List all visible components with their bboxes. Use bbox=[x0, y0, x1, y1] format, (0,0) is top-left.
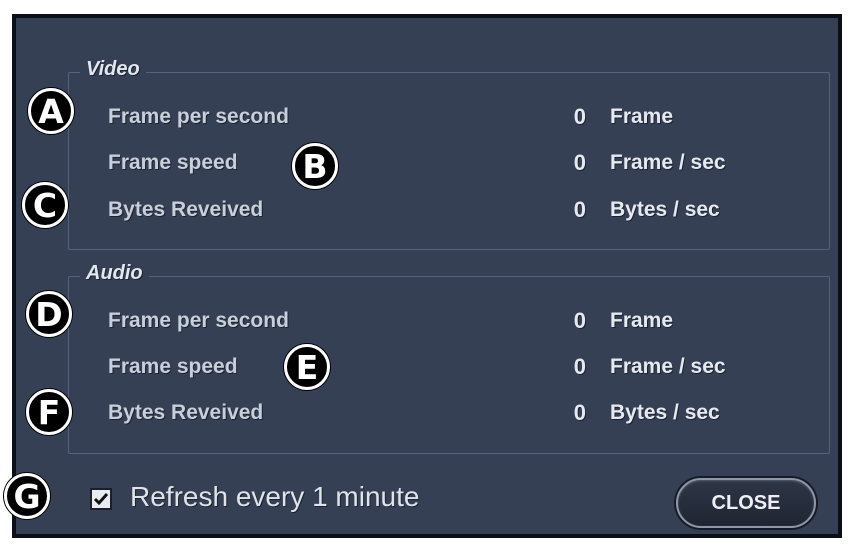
statistics-dialog: Video Frame per second 0 Frame Frame spe… bbox=[12, 14, 842, 538]
audio-bytes-received-label: Bytes Reveived bbox=[108, 401, 264, 424]
audio-frame-per-second-label: Frame per second bbox=[108, 309, 289, 332]
audio-frame-speed-unit: Frame / sec bbox=[610, 355, 726, 378]
callout-marker-a: A bbox=[28, 88, 74, 134]
video-frame-speed-unit: Frame / sec bbox=[610, 151, 726, 174]
audio-bytes-received-unit: Bytes / sec bbox=[610, 401, 720, 424]
video-frame-speed-label: Frame speed bbox=[108, 151, 238, 174]
checkmark-icon bbox=[93, 493, 109, 506]
refresh-label: Refresh every 1 minute bbox=[130, 481, 420, 512]
callout-marker-f: F bbox=[26, 389, 72, 435]
video-frame-speed-value: 0 bbox=[573, 150, 586, 175]
audio-section-title: Audio bbox=[80, 262, 149, 285]
video-frame-per-second-label: Frame per second bbox=[108, 105, 289, 128]
callout-marker-g: G bbox=[4, 473, 50, 519]
callout-marker-e: E bbox=[284, 344, 330, 390]
video-bytes-received-value: 0 bbox=[573, 197, 586, 222]
audio-frame-speed-value: 0 bbox=[573, 354, 586, 379]
close-button[interactable]: CLOSE bbox=[676, 478, 816, 528]
callout-marker-d: D bbox=[26, 291, 72, 337]
audio-frame-per-second-unit: Frame bbox=[610, 309, 674, 332]
video-bytes-received-label: Bytes Reveived bbox=[108, 198, 264, 221]
video-bytes-received-unit: Bytes / sec bbox=[610, 198, 720, 221]
callout-marker-c: C bbox=[22, 182, 68, 228]
video-section-title: Video bbox=[80, 58, 146, 81]
callout-marker-b: B bbox=[292, 143, 338, 189]
video-frame-per-second-unit: Frame bbox=[610, 105, 674, 128]
refresh-checkbox[interactable] bbox=[90, 488, 112, 510]
audio-frame-per-second-value: 0 bbox=[573, 308, 586, 333]
video-frame-per-second-value: 0 bbox=[573, 104, 586, 129]
audio-frame-speed-label: Frame speed bbox=[108, 355, 238, 378]
audio-bytes-received-value: 0 bbox=[573, 400, 586, 425]
